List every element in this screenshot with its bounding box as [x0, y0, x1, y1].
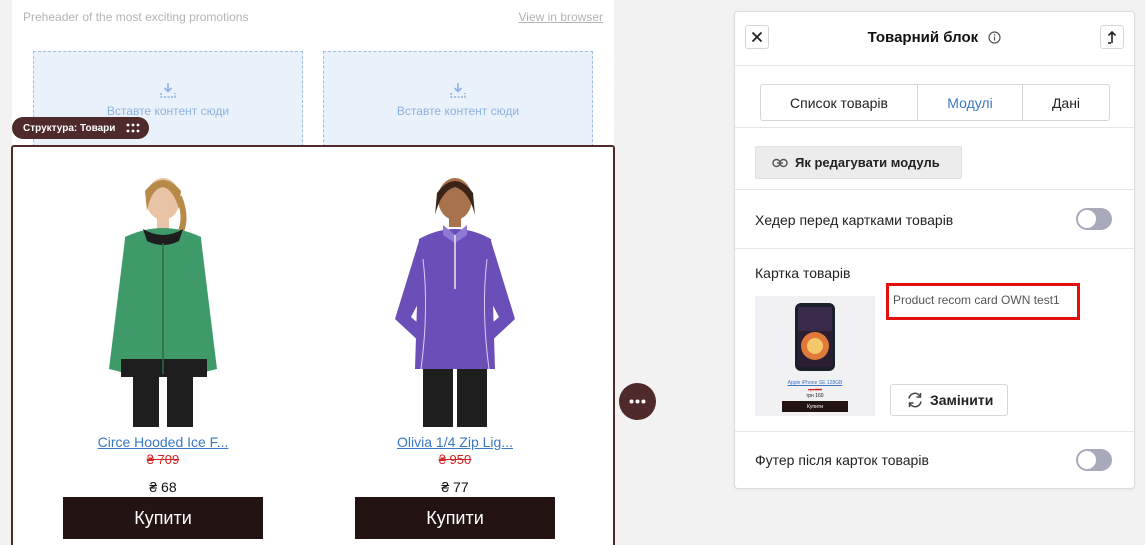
- product-card: Olivia 1/4 Zip Lig... ₴ 950 ₴ 77 Купити: [305, 147, 605, 545]
- phone-image: [795, 303, 835, 371]
- buy-button[interactable]: Купити: [355, 497, 555, 539]
- toggle-knob: [1078, 451, 1096, 469]
- structure-badge[interactable]: Структура: Товари: [12, 117, 149, 139]
- dropzone-text: Вставте контент сюди: [106, 104, 230, 118]
- product-image[interactable]: [73, 169, 253, 427]
- preview-name: Apple iPhone SE 128GB: [787, 380, 843, 386]
- link-icon: [772, 158, 788, 167]
- tab-bar: Список товарів Модулі Дані: [760, 84, 1110, 121]
- tab-data[interactable]: Дані: [1023, 85, 1109, 120]
- product-image[interactable]: [365, 169, 545, 427]
- product-block[interactable]: Circe Hooded Ice F... ₴ 709 ₴ 68 Купити …: [11, 145, 615, 545]
- header-toggle[interactable]: [1076, 208, 1112, 230]
- product-name-link[interactable]: Circe Hooded Ice F...: [13, 434, 313, 450]
- insert-download-icon: [160, 83, 176, 98]
- product-card-row: Картка товарів Apple iPhone SE 128GB грн…: [735, 249, 1134, 432]
- arrow-up-icon: [1107, 30, 1117, 44]
- preview-price: грн 160: [806, 393, 824, 399]
- edit-module-row: Як редагувати модуль: [735, 128, 1134, 190]
- preheader-text[interactable]: Preheader of the most exciting promotion…: [23, 10, 248, 24]
- panel-title-text: Товарний блок: [867, 29, 979, 46]
- view-in-browser-link[interactable]: View in browser: [519, 10, 603, 24]
- old-price: ₴ 950: [438, 452, 472, 467]
- move-up-button[interactable]: [1100, 25, 1124, 49]
- dropzone-right[interactable]: Вставте контент сюди: [323, 51, 593, 147]
- tab-product-list[interactable]: Список товарів: [761, 85, 918, 120]
- product-name-link[interactable]: Olivia 1/4 Zip Lig...: [305, 434, 605, 450]
- preview-old-price: грн 200: [808, 387, 822, 392]
- buy-button[interactable]: Купити: [63, 497, 263, 539]
- insert-download-icon: [450, 83, 466, 98]
- preview-buy-button: Купити: [782, 401, 848, 412]
- tab-modules[interactable]: Модулі: [918, 85, 1023, 120]
- product-card-label: Картка товарів: [755, 265, 851, 281]
- header-toggle-label: Хедер перед картками товарів: [755, 212, 954, 228]
- product-card: Circe Hooded Ice F... ₴ 709 ₴ 68 Купити: [13, 147, 313, 545]
- drag-handle-icon[interactable]: [126, 122, 140, 134]
- price: ₴ 77: [441, 479, 469, 495]
- product-card-name: Product recom card OWN test1: [886, 283, 1080, 320]
- dropzone-text: Вставте контент сюди: [396, 104, 520, 118]
- product-card-preview[interactable]: Apple iPhone SE 128GB грн 200 грн 160 Ку…: [755, 296, 875, 416]
- header-toggle-row: Хедер перед картками товарів: [735, 190, 1134, 249]
- more-options-button[interactable]: [619, 383, 656, 420]
- how-to-edit-module-label: Як редагувати модуль: [795, 155, 940, 170]
- footer-toggle[interactable]: [1076, 449, 1112, 471]
- footer-toggle-row: Футер після карток товарів: [735, 432, 1134, 490]
- price: ₴ 68: [149, 479, 177, 495]
- footer-toggle-label: Футер після карток товарів: [755, 452, 929, 468]
- more-dots-icon: [629, 399, 646, 404]
- how-to-edit-module-button[interactable]: Як редагувати модуль: [755, 146, 962, 179]
- panel-title: Товарний блок: [735, 29, 1134, 46]
- refresh-icon: [908, 392, 922, 408]
- old-price: ₴ 709: [146, 452, 180, 467]
- tabs-row: Список товарів Модулі Дані: [735, 66, 1134, 128]
- toggle-knob: [1078, 210, 1096, 228]
- replace-button[interactable]: Замінити: [890, 384, 1008, 416]
- product-block-settings-panel: Товарний блок Список товарів Модулі Дані: [734, 11, 1135, 489]
- structure-badge-label: Структура: Товари: [23, 122, 116, 134]
- info-icon[interactable]: [988, 31, 1001, 44]
- replace-label: Замінити: [930, 392, 994, 408]
- panel-header: Товарний блок: [735, 12, 1134, 66]
